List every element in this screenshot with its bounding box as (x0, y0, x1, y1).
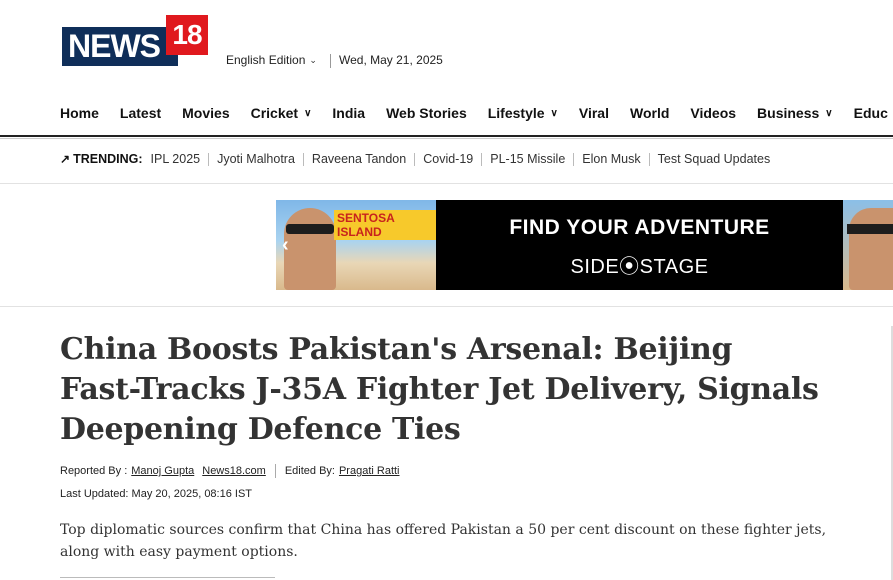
nav-divider (0, 135, 893, 137)
divider (414, 152, 416, 166)
chevron-down-icon: ∨ (304, 107, 312, 119)
trending-bar: ↗ TRENDING: IPL 2025 Jyoti Malhotra Raveen… (60, 152, 770, 166)
nav-item-label: Lifestyle (487, 105, 545, 121)
edition-selector[interactable]: English Edition ⌄ (226, 53, 317, 67)
main-nav: Home Latest Movies Cricket ∨ India Web Stories… (60, 105, 893, 121)
divider (302, 152, 304, 166)
divider (648, 152, 650, 166)
trending-link[interactable]: Elon Musk (582, 152, 640, 166)
ad-thumbnail-left: SENTOSA ISLAND ‹ (276, 200, 436, 290)
ad-headline: FIND YOUR ADVENTURE (509, 216, 770, 239)
advertisement-banner[interactable]: SENTOSA ISLAND ‹ FIND YOUR ADVENTURE SID… (276, 200, 893, 290)
nav-item-viral[interactable]: Viral (579, 105, 609, 121)
logo-18-text: 18 (166, 15, 208, 55)
divider (573, 152, 575, 166)
trending-label: TRENDING: (73, 152, 143, 166)
nav-item-label: Videos (690, 105, 737, 121)
nav-item-label: Business (757, 105, 820, 121)
nav-item-business[interactable]: Business ∨ (757, 105, 833, 121)
ad-person-image (849, 208, 893, 290)
nav-item-movies[interactable]: Movies (182, 105, 229, 121)
edition-label: English Edition (226, 53, 306, 67)
divider (208, 152, 210, 166)
divider (330, 54, 331, 68)
trending-link[interactable]: Covid-19 (423, 152, 473, 166)
trending-link[interactable]: Jyoti Malhotra (217, 152, 295, 166)
nav-item-label: Web Stories (386, 105, 467, 121)
nav-item-label: Movies (182, 105, 230, 121)
nav-item-label: Viral (578, 105, 609, 121)
nav-item-label: Cricket (250, 105, 299, 121)
nav-item-educ[interactable]: Educ (854, 105, 888, 121)
site-header: NEWS 18 English Edition ⌄ Wed, May 21, 2… (0, 0, 893, 139)
outlet-link[interactable]: News18.com (202, 465, 266, 477)
chevron-down-icon: ∨ (825, 107, 833, 119)
nav-item-videos[interactable]: Videos (690, 105, 736, 121)
chevron-down-icon: ∨ (550, 107, 558, 119)
nav-item-home[interactable]: Home (60, 105, 99, 121)
divider (0, 183, 893, 184)
chevron-left-icon[interactable]: ‹ (282, 234, 289, 257)
trending-link[interactable]: PL-15 Missile (490, 152, 565, 166)
nav-item-label: Home (60, 105, 99, 121)
nav-item-india[interactable]: India (332, 105, 365, 121)
ad-thumb-badge: SENTOSA ISLAND (334, 210, 436, 240)
ad-sunglasses (847, 224, 893, 234)
article-headline: China Boosts Pakistan's Arsenal: Beijing… (60, 332, 819, 447)
nav-item-world[interactable]: World (630, 105, 669, 121)
trending-link[interactable]: IPL 2025 (151, 152, 201, 166)
nav-divider-thin (0, 138, 893, 139)
divider (0, 306, 893, 307)
ad-person-image (284, 208, 336, 290)
reported-by-label: Reported By : (60, 465, 128, 477)
divider (481, 152, 483, 166)
current-date: Wed, May 21, 2025 (339, 53, 443, 67)
divider (274, 464, 276, 478)
nav-item-cricket[interactable]: Cricket ∨ (251, 105, 312, 121)
trending-arrow-icon: ↗ (60, 152, 71, 166)
nav-item-lifestyle[interactable]: Lifestyle ∨ (488, 105, 558, 121)
chevron-down-icon: ⌄ (309, 54, 317, 65)
article-byline: Reported By : Manoj Gupta News18.com Edi… (60, 464, 400, 478)
ad-brand: SIDE⦿STAGE (570, 256, 709, 278)
logo-news-text: NEWS (62, 27, 178, 66)
nav-item-latest[interactable]: Latest (120, 105, 161, 121)
divider (60, 577, 275, 578)
nav-item-label: India (332, 105, 366, 121)
nav-item-label: World (629, 105, 670, 121)
ad-thumbnail-right (843, 200, 893, 290)
ad-sunglasses (286, 224, 334, 234)
edited-by-label: Edited By: (284, 465, 335, 477)
trending-link[interactable]: Test Squad Updates (658, 152, 771, 166)
ad-center: FIND YOUR ADVENTURE SIDE⦿STAGE (436, 200, 843, 290)
nav-item-label: Latest (119, 105, 162, 121)
nav-item-label: Educ (853, 105, 888, 121)
article-summary: Top diplomatic sources confirm that Chin… (60, 522, 827, 560)
nav-item-web-stories[interactable]: Web Stories (386, 105, 467, 121)
trending-link[interactable]: Raveena Tandon (312, 152, 406, 166)
reporter-link[interactable]: Manoj Gupta (131, 465, 194, 477)
editor-link[interactable]: Pragati Ratti (339, 465, 400, 477)
last-updated: Last Updated: May 20, 2025, 08:16 IST (60, 488, 253, 500)
